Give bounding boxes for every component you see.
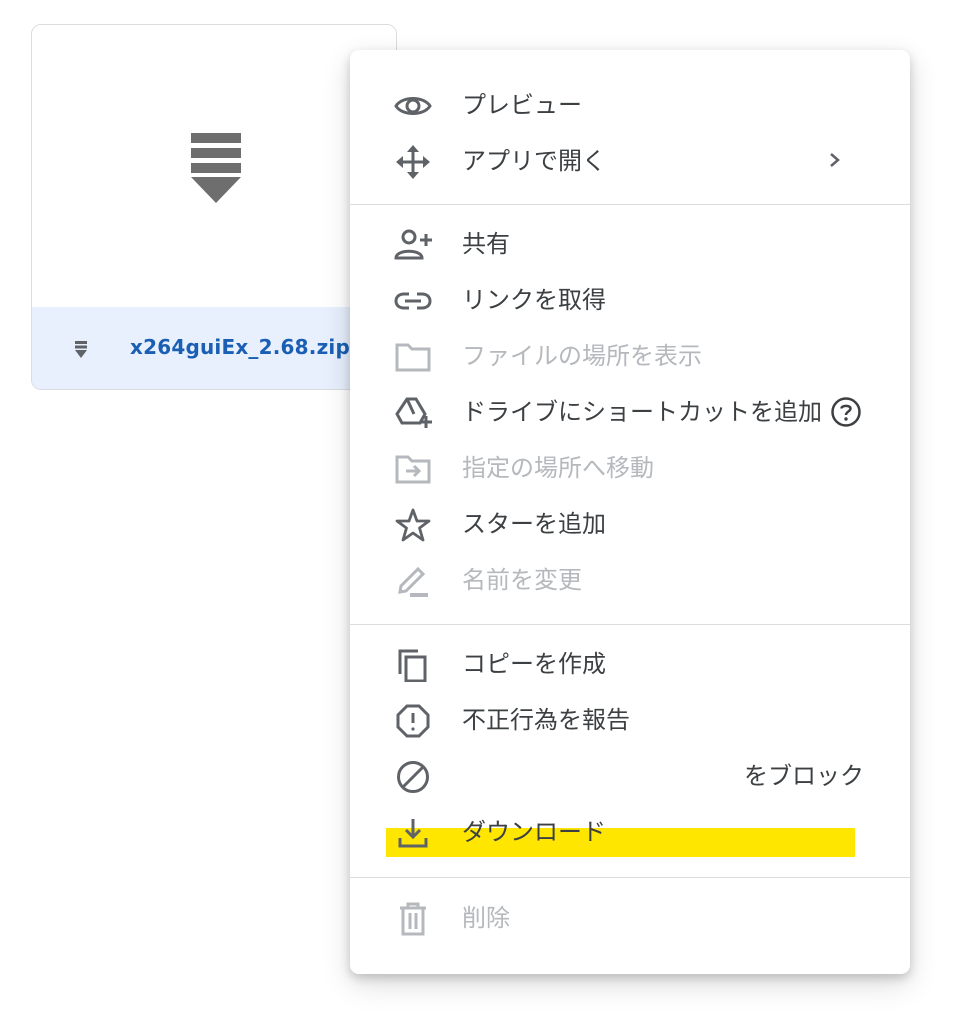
menu-item-label: コピーを作成	[462, 650, 606, 678]
menu-item-label: 指定の場所へ移動	[462, 454, 654, 482]
menu-item-label: ドライブにショートカットを追加	[462, 398, 822, 426]
menu-item-move-to: 指定の場所へ移動	[350, 440, 910, 496]
add-shortcut-icon	[394, 396, 432, 430]
person-add-icon	[394, 228, 432, 262]
context-menu: プレビュー アプリで開く 共有 リンクを取得 ファイルの場所を表示 ドライブにシ…	[350, 50, 910, 974]
menu-item-label: ダウンロード	[462, 818, 606, 846]
menu-item-report-abuse[interactable]: 不正行為を報告	[350, 692, 910, 748]
menu-item-delete: 削除	[350, 890, 910, 946]
folder-icon	[394, 340, 432, 374]
menu-item-make-copy[interactable]: コピーを作成	[350, 636, 910, 692]
link-icon	[394, 284, 432, 318]
menu-item-show-file-location: ファイルの場所を表示	[350, 328, 910, 384]
menu-item-label: 共有	[462, 230, 510, 258]
menu-item-label: ファイルの場所を表示	[462, 342, 702, 370]
menu-item-label: リンクを取得	[462, 286, 606, 314]
pencil-icon	[394, 564, 432, 598]
menu-item-block[interactable]: をブロック	[350, 748, 910, 804]
drive-page: x264guiEx_2.68.zip プレビュー アプリで開く 共有 リンクを取…	[0, 0, 954, 1035]
zip-archive-icon	[75, 341, 87, 358]
menu-divider	[350, 204, 910, 205]
file-card-footer[interactable]: x264guiEx_2.68.zip	[32, 307, 396, 389]
trash-icon	[394, 902, 432, 936]
menu-item-label: プレビュー	[462, 91, 582, 119]
menu-item-download[interactable]: ダウンロード	[350, 804, 910, 860]
block-icon	[394, 760, 432, 794]
chevron-right-icon	[830, 153, 840, 167]
menu-item-share[interactable]: 共有	[350, 216, 910, 272]
menu-divider	[350, 877, 910, 878]
menu-item-open-with[interactable]: アプリで開く	[350, 133, 910, 189]
menu-item-rename: 名前を変更	[350, 552, 910, 608]
menu-item-preview[interactable]: プレビュー	[350, 77, 910, 133]
menu-item-label: 不正行為を報告	[462, 706, 630, 734]
menu-item-label: 削除	[462, 904, 510, 932]
report-icon	[394, 704, 432, 738]
move-to-folder-icon	[394, 452, 432, 486]
menu-item-label: アプリで開く	[462, 147, 606, 175]
file-card[interactable]: x264guiEx_2.68.zip	[31, 24, 397, 390]
menu-item-get-link[interactable]: リンクを取得	[350, 272, 910, 328]
menu-item-add-shortcut[interactable]: ドライブにショートカットを追加	[350, 384, 910, 440]
download-icon	[394, 816, 432, 850]
copy-icon	[394, 648, 432, 683]
eye-icon	[394, 89, 432, 123]
menu-item-add-star[interactable]: スターを追加	[350, 496, 910, 552]
file-name: x264guiEx_2.68.zip	[130, 335, 350, 359]
star-icon	[394, 508, 432, 542]
help-icon[interactable]	[830, 396, 862, 428]
zip-archive-icon	[191, 133, 241, 203]
menu-divider	[350, 624, 910, 625]
menu-item-label: 名前を変更	[462, 566, 582, 594]
file-thumbnail[interactable]	[32, 25, 396, 307]
open-with-icon	[394, 145, 432, 179]
menu-item-label: スターを追加	[462, 510, 606, 538]
menu-item-label: をブロック	[744, 762, 864, 790]
